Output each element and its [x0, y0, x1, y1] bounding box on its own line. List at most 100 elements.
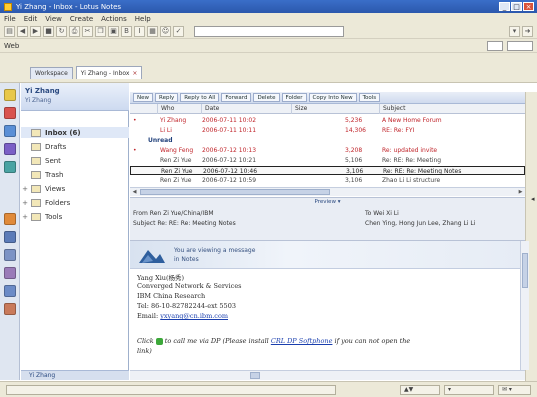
folder-drafts[interactable]: Drafts	[21, 141, 129, 152]
notebook-icon[interactable]	[4, 267, 16, 279]
tab-label: Workspace	[35, 70, 68, 77]
folder-inbox[interactable]: Inbox (6)	[21, 127, 129, 138]
location-status[interactable]: ▾	[444, 385, 494, 395]
copy-into-new-button[interactable]: Copy Into New	[308, 93, 357, 102]
cut-icon[interactable]: ✂	[82, 25, 93, 37]
bold-icon[interactable]: B	[121, 25, 132, 37]
maximize-button[interactable]: □	[511, 2, 522, 11]
tab-bar: Workspace Yi Zhang - Inbox ×	[0, 53, 537, 83]
tab-inbox[interactable]: Yi Zhang - Inbox ×	[75, 66, 143, 79]
message-row[interactable]: Ren Zi Yue 2006-07-12 10:59 3,106 Zhao L…	[130, 176, 525, 185]
menu-view[interactable]: View	[45, 15, 62, 23]
notes-logo-icon	[139, 250, 165, 263]
column-subject[interactable]: Subject	[380, 104, 525, 114]
dropdown-icon[interactable]: ▾	[509, 26, 520, 37]
scroll-thumb[interactable]	[522, 253, 528, 288]
column-size[interactable]: Size	[292, 104, 380, 114]
expand-toggle[interactable]: +	[21, 213, 29, 221]
minimize-button[interactable]: _	[499, 2, 510, 11]
folder-button[interactable]: Folder	[281, 93, 307, 102]
phone-icon[interactable]	[155, 337, 163, 345]
stop-icon[interactable]: ■	[43, 25, 54, 37]
mail-status[interactable]: ✉ ▾	[498, 385, 531, 395]
column-who[interactable]: Who	[158, 104, 202, 114]
contacts-icon[interactable]	[4, 143, 16, 155]
print-icon[interactable]: ⎙	[69, 25, 80, 37]
refresh-icon[interactable]: ↻	[56, 25, 67, 37]
group-row[interactable]: Unread	[130, 136, 525, 145]
expand-toggle[interactable]: +	[21, 185, 29, 193]
column-flags[interactable]	[130, 104, 158, 114]
preview-vertical-scrollbar[interactable]	[520, 241, 529, 370]
close-button[interactable]: ×	[523, 2, 534, 11]
status-indicator[interactable]: ▲▼	[400, 385, 440, 395]
home-icon[interactable]	[4, 89, 16, 101]
softphone-link[interactable]: CRL DP Softphone	[271, 337, 333, 345]
row-who: Li Li	[160, 127, 172, 134]
message-row[interactable]: • Wang Feng 2006-07-12 10:13 3,208 Re: u…	[130, 146, 525, 155]
todo-icon[interactable]: ✓	[173, 25, 184, 37]
menu-edit[interactable]: Edit	[24, 15, 38, 23]
folder-tools[interactable]: + Tools	[21, 211, 129, 222]
signature-email-link[interactable]: yxyang@cn.ibm.com	[160, 312, 228, 320]
todo-icon[interactable]	[4, 161, 16, 173]
tools-button[interactable]: Tools	[358, 93, 381, 102]
folder-pane-footer[interactable]: Yi Zhang	[21, 370, 129, 380]
back-icon[interactable]: ◀	[17, 25, 28, 37]
message-row[interactable]: Li Li 2006-07-11 10:11 14,306 RE: Re: FY…	[130, 126, 525, 135]
message-row[interactable]: • Yi Zhang 2006-07-11 10:02 5,236 A New …	[130, 116, 525, 125]
folder-trash[interactable]: Trash	[21, 169, 129, 180]
calendar-icon[interactable]: ▦	[147, 25, 158, 37]
menu-actions[interactable]: Actions	[101, 15, 127, 23]
folder-views[interactable]: + Views	[21, 183, 129, 194]
calendar-icon[interactable]	[4, 125, 16, 137]
contacts-icon[interactable]: ☺	[160, 25, 171, 37]
forward-icon[interactable]: ▶	[30, 25, 41, 37]
expand-toggle[interactable]: +	[21, 199, 29, 207]
open-icon[interactable]: ▤	[4, 25, 15, 37]
tools-icon[interactable]	[4, 303, 16, 315]
list-horizontal-scrollbar[interactable]: ◀ ▶	[130, 187, 525, 196]
banner-line2: in Notes	[174, 256, 199, 263]
database-icon[interactable]	[4, 231, 16, 243]
preview-title[interactable]: Preview ▾	[130, 199, 525, 205]
scroll-left-icon[interactable]: ◀	[130, 188, 139, 196]
tab-workspace[interactable]: Workspace	[30, 67, 73, 79]
folder-sent[interactable]: Sent	[21, 155, 129, 166]
new-button[interactable]: New	[133, 93, 153, 102]
title-bar: Yi Zhang - Inbox - Lotus Notes _ □ ×	[0, 0, 537, 13]
reply-button[interactable]: Reply	[155, 93, 179, 102]
menu-file[interactable]: File	[4, 15, 16, 23]
column-date[interactable]: Date	[202, 104, 292, 114]
mail-icon[interactable]	[4, 107, 16, 119]
forward-button[interactable]: Forward	[221, 93, 252, 102]
reply-all-button[interactable]: Reply to All	[180, 93, 220, 102]
italic-icon[interactable]: I	[134, 25, 145, 37]
replicator-icon[interactable]	[4, 213, 16, 225]
signature-phone: Tel: 86-10-82782244-ext 5503	[137, 302, 236, 310]
scroll-right-icon[interactable]: ▶	[516, 188, 525, 196]
row-date: 2006-07-12 10:13	[202, 147, 257, 154]
address-combo[interactable]	[194, 25, 344, 37]
search-input[interactable]	[507, 40, 533, 51]
menu-help[interactable]: Help	[135, 15, 151, 23]
message-row-selected[interactable]: Ren Zi Yue 2006-07-12 10:46 3,106 Re: RE…	[130, 166, 525, 175]
delete-button[interactable]: Delete	[253, 93, 280, 102]
scroll-thumb[interactable]	[140, 189, 330, 195]
side-arrow-icon[interactable]: ◂	[531, 195, 535, 203]
folder-label: Sent	[45, 156, 61, 165]
menu-create[interactable]: Create	[70, 15, 93, 23]
signature-email-line: Email: yxyang@cn.ibm.com	[137, 312, 228, 320]
preview-horizontal-scrollbar[interactable]	[130, 370, 525, 380]
search-scope-select[interactable]	[487, 40, 503, 51]
workspace-icon[interactable]	[4, 249, 16, 261]
folder-folders[interactable]: + Folders	[21, 197, 129, 208]
message-row[interactable]: Ren Zi Yue 2006-07-12 10:21 5,106 Re: RE…	[130, 156, 525, 165]
copy-icon[interactable]: ❐	[95, 25, 106, 37]
go-icon[interactable]: ➜	[522, 26, 533, 37]
row-subject: Re: updated invite	[382, 147, 438, 154]
favorites-icon[interactable]	[4, 285, 16, 297]
paste-icon[interactable]: ▣	[108, 25, 119, 37]
scroll-thumb[interactable]	[250, 372, 260, 379]
tab-close-icon[interactable]: ×	[132, 68, 137, 79]
